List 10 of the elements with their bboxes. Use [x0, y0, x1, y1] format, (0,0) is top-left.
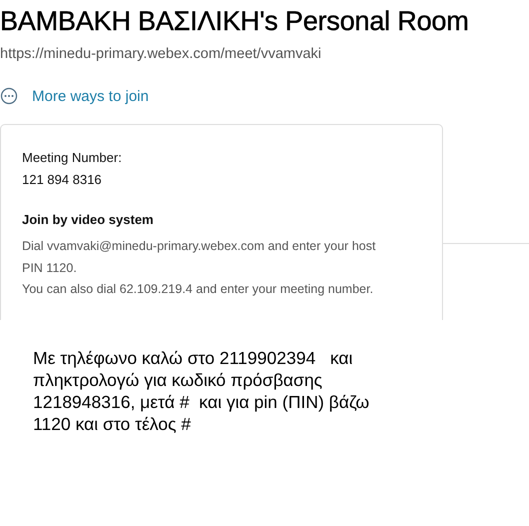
page-title: ΒΑΜΒΑΚΗ ΒΑΣΙΛΙΚΗ's Personal Room [0, 5, 470, 38]
note-text: Με τηλέφωνο καλώ στο 2119902394 και πληκτρολογώ για κωδικό πρόσβασης 1218948316, μετά # και για pin (ΠΙΝ) βάζω 1120 και στο τέλος # [33, 347, 370, 435]
more-icon [0, 87, 18, 105]
meeting-number-label: Meeting Number: [22, 149, 123, 167]
instruction-text: You can also dial 62.109.219.4 and enter your meeting number. [22, 281, 374, 298]
instruction-text: Dial vvamvaki@minedu-primary.webex.com and enter your host PIN 1120. [22, 238, 377, 276]
section-heading: Join by video system [22, 212, 154, 227]
meeting-url: https://minedu-primary.webex.com/meet/vvamvaki [0, 46, 322, 62]
more-ways-to-join-link[interactable]: More ways to join [0, 87, 149, 105]
meeting-number: 121 894 8316 [22, 171, 103, 189]
